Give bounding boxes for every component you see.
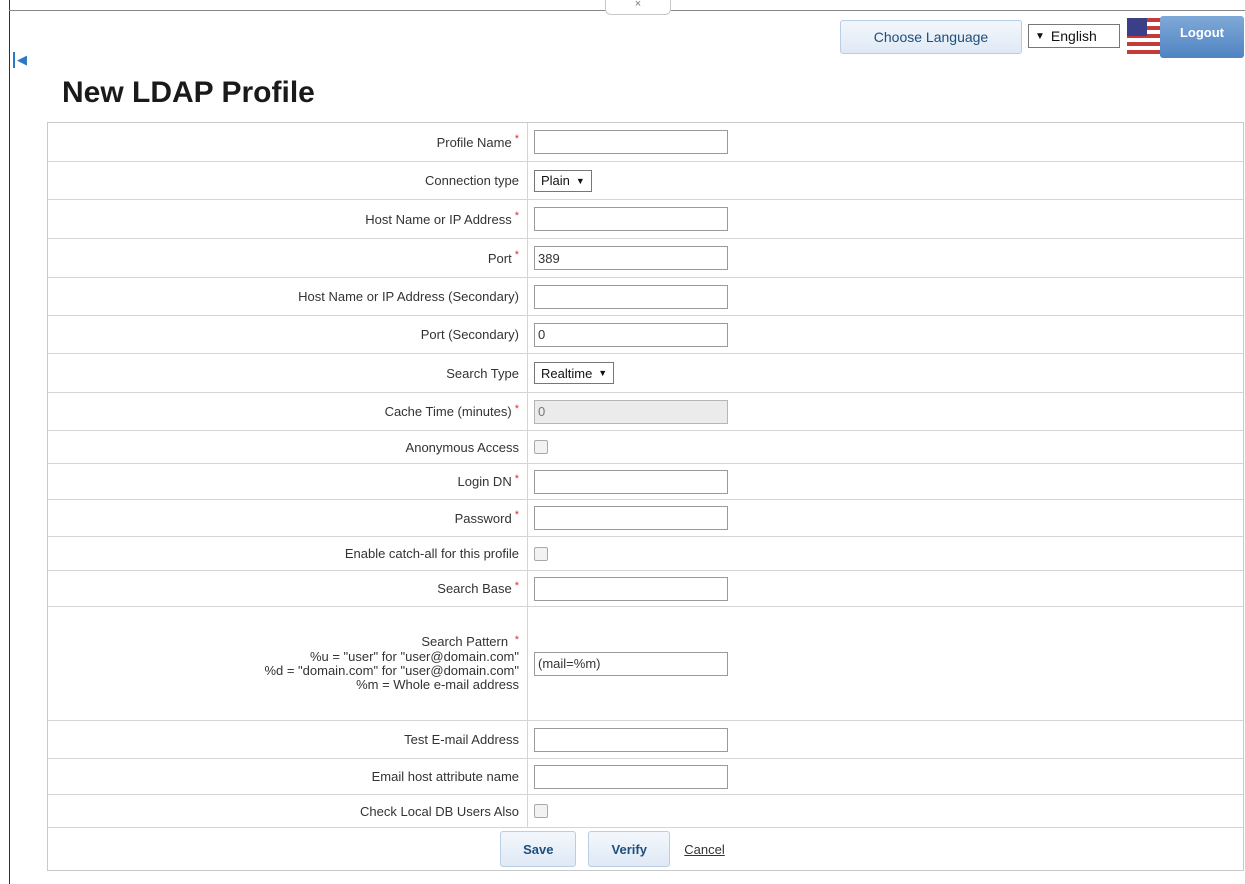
- required-marker: *: [514, 210, 519, 222]
- caret-down-icon: ▼: [598, 368, 608, 378]
- form-row-test-email: Test E-mail Address: [48, 721, 1243, 759]
- login-dn-input[interactable]: [534, 469, 728, 494]
- us-flag-icon: [1127, 18, 1163, 58]
- connection-type-select[interactable]: Plain ▼: [534, 169, 592, 192]
- search-pattern-input[interactable]: (mail=%m): [534, 651, 728, 676]
- enable-catch-all-checkbox[interactable]: [534, 546, 548, 561]
- caret-down-icon: ▼: [1035, 30, 1045, 42]
- form-row-port-secondary: Port (Secondary) 0: [48, 316, 1243, 354]
- port-label: Port: [487, 250, 512, 266]
- password-label: Password: [454, 510, 512, 526]
- ldap-profile-form: Profile Name * Connection type Plain ▼ H…: [47, 122, 1244, 871]
- verify-button[interactable]: Verify: [588, 831, 671, 867]
- email-host-attribute-label: Email host attribute name: [371, 769, 519, 784]
- verify-label: Verify: [611, 841, 647, 857]
- form-row-email-host-attribute: Email host attribute name: [48, 759, 1243, 795]
- cancel-link[interactable]: Cancel: [684, 842, 724, 857]
- port-secondary-input[interactable]: 0: [534, 322, 728, 347]
- password-input[interactable]: [534, 506, 728, 530]
- search-pattern-help-user: %u = "user" for "user@domain.com": [309, 649, 519, 664]
- connection-type-label: Connection type: [425, 173, 519, 188]
- form-row-check-local-db: Check Local DB Users Also: [48, 795, 1243, 828]
- search-pattern-help-email: %m = Whole e-mail address: [356, 677, 519, 692]
- search-type-label: Search Type: [446, 365, 519, 381]
- search-base-input[interactable]: [534, 576, 728, 601]
- enable-catch-all-label: Enable catch-all for this profile: [344, 546, 519, 561]
- anonymous-access-label: Anonymous Access: [405, 439, 519, 455]
- anonymous-access-checkbox[interactable]: [534, 440, 548, 454]
- form-row-profile-name: Profile Name *: [48, 123, 1243, 162]
- check-local-db-label: Check Local DB Users Also: [360, 803, 519, 819]
- form-row-search-type: Search Type Realtime ▼: [48, 354, 1243, 393]
- profile-name-label: Profile Name: [436, 134, 512, 150]
- check-local-db-checkbox[interactable]: [534, 804, 548, 818]
- required-marker: *: [514, 249, 519, 261]
- choose-language-button[interactable]: Choose Language: [840, 20, 1022, 54]
- cache-time-label: Cache Time (minutes): [384, 404, 512, 419]
- form-row-port: Port * 389: [48, 239, 1243, 278]
- required-marker: *: [514, 579, 519, 592]
- form-row-host-name: Host Name or IP Address *: [48, 200, 1243, 239]
- caret-down-icon: ▼: [575, 175, 585, 186]
- search-type-select[interactable]: Realtime ▼: [534, 362, 615, 384]
- form-row-password: Password *: [48, 500, 1243, 537]
- port-secondary-label: Port (Secondary): [420, 327, 519, 342]
- host-name-secondary-label: Host Name or IP Address (Secondary): [298, 289, 519, 304]
- search-type-value: Realtime: [541, 365, 593, 381]
- choose-language-label: Choose Language: [873, 29, 989, 45]
- save-button[interactable]: Save: [500, 831, 577, 867]
- cache-time-input: 0: [534, 399, 728, 424]
- collapse-header-tab[interactable]: ×: [605, 0, 671, 15]
- search-pattern-help-domain: %d = "domain.com" for "user@domain.com": [264, 663, 519, 678]
- page-title: New LDAP Profile: [62, 76, 315, 109]
- required-marker: *: [514, 133, 519, 145]
- required-marker: *: [514, 402, 519, 415]
- email-host-attribute-input[interactable]: [534, 764, 728, 789]
- form-row-login-dn: Login DN *: [48, 464, 1243, 500]
- test-email-input[interactable]: [534, 727, 728, 752]
- save-label: Save: [523, 841, 554, 857]
- form-row-search-pattern: Search Pattern * %u = "user" for "user@d…: [48, 607, 1243, 721]
- port-input[interactable]: 389: [534, 246, 728, 270]
- back-arrow-icon[interactable]: ◀: [13, 52, 27, 68]
- search-pattern-label: Search Pattern: [421, 634, 509, 649]
- search-base-label: Search Base: [437, 581, 512, 596]
- host-name-input[interactable]: [534, 207, 728, 231]
- required-marker: *: [514, 472, 519, 485]
- form-actions: Save Verify Cancel: [48, 828, 1243, 870]
- form-row-cache-time: Cache Time (minutes) * 0: [48, 393, 1243, 431]
- language-select[interactable]: ▼ English: [1028, 24, 1120, 48]
- host-name-secondary-input[interactable]: [534, 284, 728, 309]
- form-row-connection-type: Connection type Plain ▼: [48, 162, 1243, 200]
- required-marker: *: [514, 509, 519, 521]
- frame-left-border: [9, 0, 10, 884]
- host-name-label: Host Name or IP Address: [365, 211, 512, 227]
- form-row-enable-catch-all: Enable catch-all for this profile: [48, 537, 1243, 571]
- form-row-anonymous-access: Anonymous Access: [48, 431, 1243, 464]
- required-marker: *: [514, 634, 519, 646]
- test-email-label: Test E-mail Address: [404, 732, 519, 747]
- logout-label: Logout: [1179, 25, 1225, 40]
- form-row-host-name-secondary: Host Name or IP Address (Secondary): [48, 278, 1243, 316]
- login-dn-label: Login DN: [457, 474, 512, 489]
- profile-name-input[interactable]: [534, 130, 728, 154]
- language-select-value: English: [1050, 28, 1097, 44]
- connection-type-value: Plain: [541, 173, 570, 188]
- form-row-search-base: Search Base *: [48, 571, 1243, 607]
- logout-button[interactable]: Logout: [1160, 16, 1244, 58]
- collapse-icon: ×: [634, 0, 642, 10]
